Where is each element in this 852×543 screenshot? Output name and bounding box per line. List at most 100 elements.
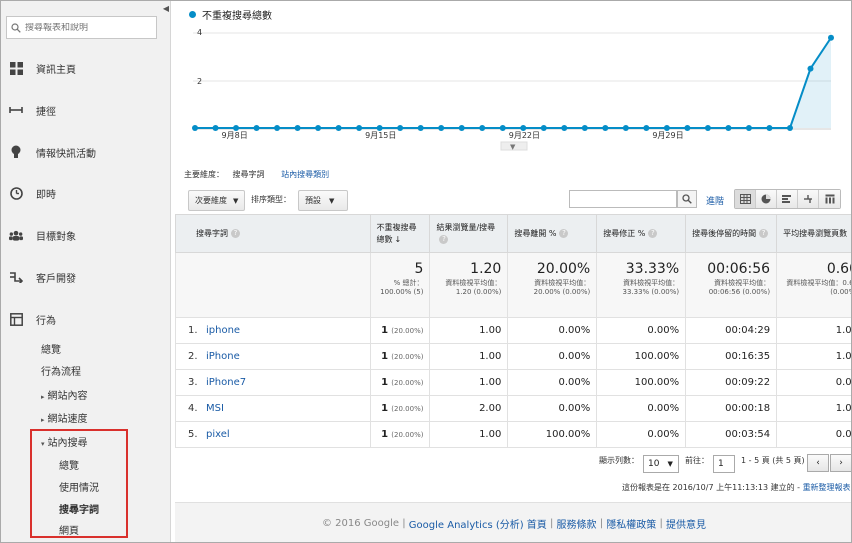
cell-value: 1 (381, 351, 389, 362)
help-icon[interactable]: ? (559, 228, 569, 238)
legend-dot (189, 11, 196, 18)
cell-percent: (20.00%) (391, 327, 424, 335)
col-header-search-refinements[interactable]: 搜尋修正 %? (596, 214, 687, 253)
x-tick-label: 9月15日 (365, 131, 396, 140)
cell-percent: (20.00%) (391, 353, 424, 361)
term-link[interactable]: pixel (206, 429, 230, 440)
behavior-icon (9, 312, 23, 326)
nav-label: 情報快訊活動 (36, 148, 96, 160)
term-link[interactable]: iphone (206, 325, 240, 336)
search-terms-table: 搜尋字詞? 不重複搜尋總數 ↓ 結果瀏覽量/搜尋? 搜尋離開 %? 搜尋修正 %?… (175, 214, 851, 448)
col-header-avg-search-depth[interactable]: 平均搜尋瀏覽頁數 (776, 214, 851, 253)
goto-page-input[interactable]: 1 (713, 455, 735, 473)
row-index: 2. (188, 351, 198, 362)
nav-realtime[interactable]: 即時 (9, 183, 56, 203)
col-header-time-after-search[interactable]: 搜尋後停留的時間? (685, 214, 778, 253)
secondary-dimension-button[interactable]: 次要維度 ▼ (188, 190, 246, 211)
chevron-right-icon: › (839, 458, 843, 468)
pie-view-icon[interactable] (756, 190, 777, 208)
table-filter-input[interactable] (569, 190, 677, 208)
collapse-left-icon[interactable]: ◀ (161, 1, 171, 15)
table-toolbar: 次要維度 ▼ 排序類型： 預設 ▼ 進階 (175, 186, 851, 212)
ga-home-link[interactable]: Google Analytics (分析) 首頁 (409, 516, 547, 531)
data-point (479, 125, 486, 131)
refresh-report-link[interactable]: 重新整理報表 (803, 483, 851, 492)
site-speed[interactable]: ▸ 網站速度 (41, 410, 88, 425)
nav-audience[interactable]: 目標對象 (9, 225, 76, 245)
cell-percent: (20.00%) (391, 379, 424, 387)
term-link[interactable]: MSI (206, 403, 224, 414)
search-refinements-cell: 0.00% (596, 395, 687, 422)
series-area (195, 37, 831, 128)
summary-note: % 總計：100.00% (5) (380, 279, 424, 296)
data-point (458, 125, 465, 131)
rows-per-page-select[interactable]: 10 ▼ (643, 455, 679, 473)
privacy-link[interactable]: 隱私權政策 (606, 516, 656, 531)
col-header-unique-searches[interactable]: 不重複搜尋總數 ↓ (369, 214, 431, 253)
behavior-flow[interactable]: 行為流程 (41, 363, 81, 378)
feedback-link[interactable]: 提供意見 (666, 516, 706, 531)
compare-view-icon[interactable] (798, 190, 819, 208)
data-point (294, 125, 301, 131)
search-exits-cell: 0.00% (507, 317, 598, 344)
lightbulb-icon (9, 145, 23, 159)
page-range: 1 - 5 頁 (共 5 頁) (741, 456, 805, 465)
advanced-link[interactable]: 進階 (706, 194, 724, 207)
time-after-search-cell: 00:09:22 (685, 369, 778, 396)
dim-other-link[interactable]: 站內搜尋類別 (281, 170, 329, 179)
table-header-row: 搜尋字詞? 不重複搜尋總數 ↓ 結果瀏覽量/搜尋? 搜尋離開 %? 搜尋修正 %?… (175, 214, 851, 253)
view-toggle-group (734, 189, 841, 209)
table-view-icon[interactable] (735, 190, 756, 208)
nav-dashboard[interactable]: 資訊主頁 (9, 58, 76, 78)
time-after-search-cell: 00:16:35 (685, 343, 778, 370)
help-icon[interactable]: ? (439, 234, 449, 244)
data-point (192, 125, 198, 131)
chevron-down-icon: ▼ (667, 460, 673, 468)
summary-note: 資料檢視平均值：33.33% (0.00%) (622, 279, 680, 296)
header-label: 搜尋字詞 (196, 228, 228, 238)
summary-note: 資料檢視平均值：1.20 (0.00%) (445, 279, 502, 296)
col-header-search-term[interactable]: 搜尋字詞? (175, 214, 371, 253)
avg-search-depth-cell: 0.00 (776, 421, 851, 448)
report-search[interactable] (6, 16, 157, 39)
report-generated: 這份報表是在 2016/10/7 上午11:13:13 建立的 - 重新整理報表 (622, 482, 851, 493)
term-cell: 1. iphone (175, 317, 371, 344)
term-link[interactable]: iPhone7 (206, 377, 246, 388)
nav-acquisition[interactable]: 客戶開發 (9, 267, 76, 287)
time-after-search-cell: 00:00:18 (685, 395, 778, 422)
legend-label: 不重複搜尋總數 (202, 11, 272, 22)
nav-intelligence[interactable]: 情報快訊活動 (9, 142, 96, 162)
bar-view-icon[interactable] (777, 190, 798, 208)
col-header-search-exits[interactable]: 搜尋離開 %? (507, 214, 598, 253)
goto-label: 前往： (685, 456, 709, 465)
summary-note: 資料檢視平均值：20.00% (0.00%) (533, 279, 591, 296)
sort-value: 預設 (305, 196, 321, 205)
behavior-overview[interactable]: 總覽 (41, 341, 61, 356)
nav-behavior[interactable]: 行為 (9, 309, 56, 329)
avg-search-depth-cell: 0.00 (776, 369, 851, 396)
term-link[interactable]: iPhone (206, 351, 240, 362)
help-icon[interactable]: ? (231, 228, 240, 238)
table-row: 5. pixel 1 (20.00%) 1.00 100.00% 0.00% 00… (175, 421, 851, 448)
prev-page-button[interactable]: ‹ (807, 454, 829, 472)
table-filter-button[interactable] (677, 190, 697, 208)
terms-link[interactable]: 服務條款 (557, 516, 597, 531)
next-page-button[interactable]: › (830, 454, 851, 472)
sort-type-button[interactable]: 預設 ▼ (298, 190, 348, 211)
help-icon[interactable]: ? (648, 228, 658, 238)
pivot-view-icon[interactable] (819, 190, 840, 208)
summary-row: 5 % 總計：100.00% (5) 1.20 資料檢視平均值：1.20 (0.00… (175, 252, 851, 318)
summary-value: 5 (414, 261, 424, 277)
col-header-results-pageviews[interactable]: 結果瀏覽量/搜尋? (429, 214, 509, 253)
table-row: 4. MSI 1 (20.00%) 2.00 0.00% 0.00% 00:00:… (175, 395, 851, 422)
search-input[interactable] (25, 22, 155, 33)
data-point (499, 125, 506, 131)
chevron-left-icon: ‹ (816, 458, 820, 468)
search-icon (11, 22, 21, 33)
results-pageviews-cell: 2.00 (429, 395, 509, 422)
site-content[interactable]: ▸ 網站內容 (41, 387, 88, 402)
nav-shortcuts[interactable]: 捷徑 (9, 100, 56, 120)
help-icon[interactable]: ? (759, 228, 769, 238)
time-after-search-cell: 00:03:54 (685, 421, 778, 448)
summary-value: 00:06:56 (707, 261, 771, 277)
